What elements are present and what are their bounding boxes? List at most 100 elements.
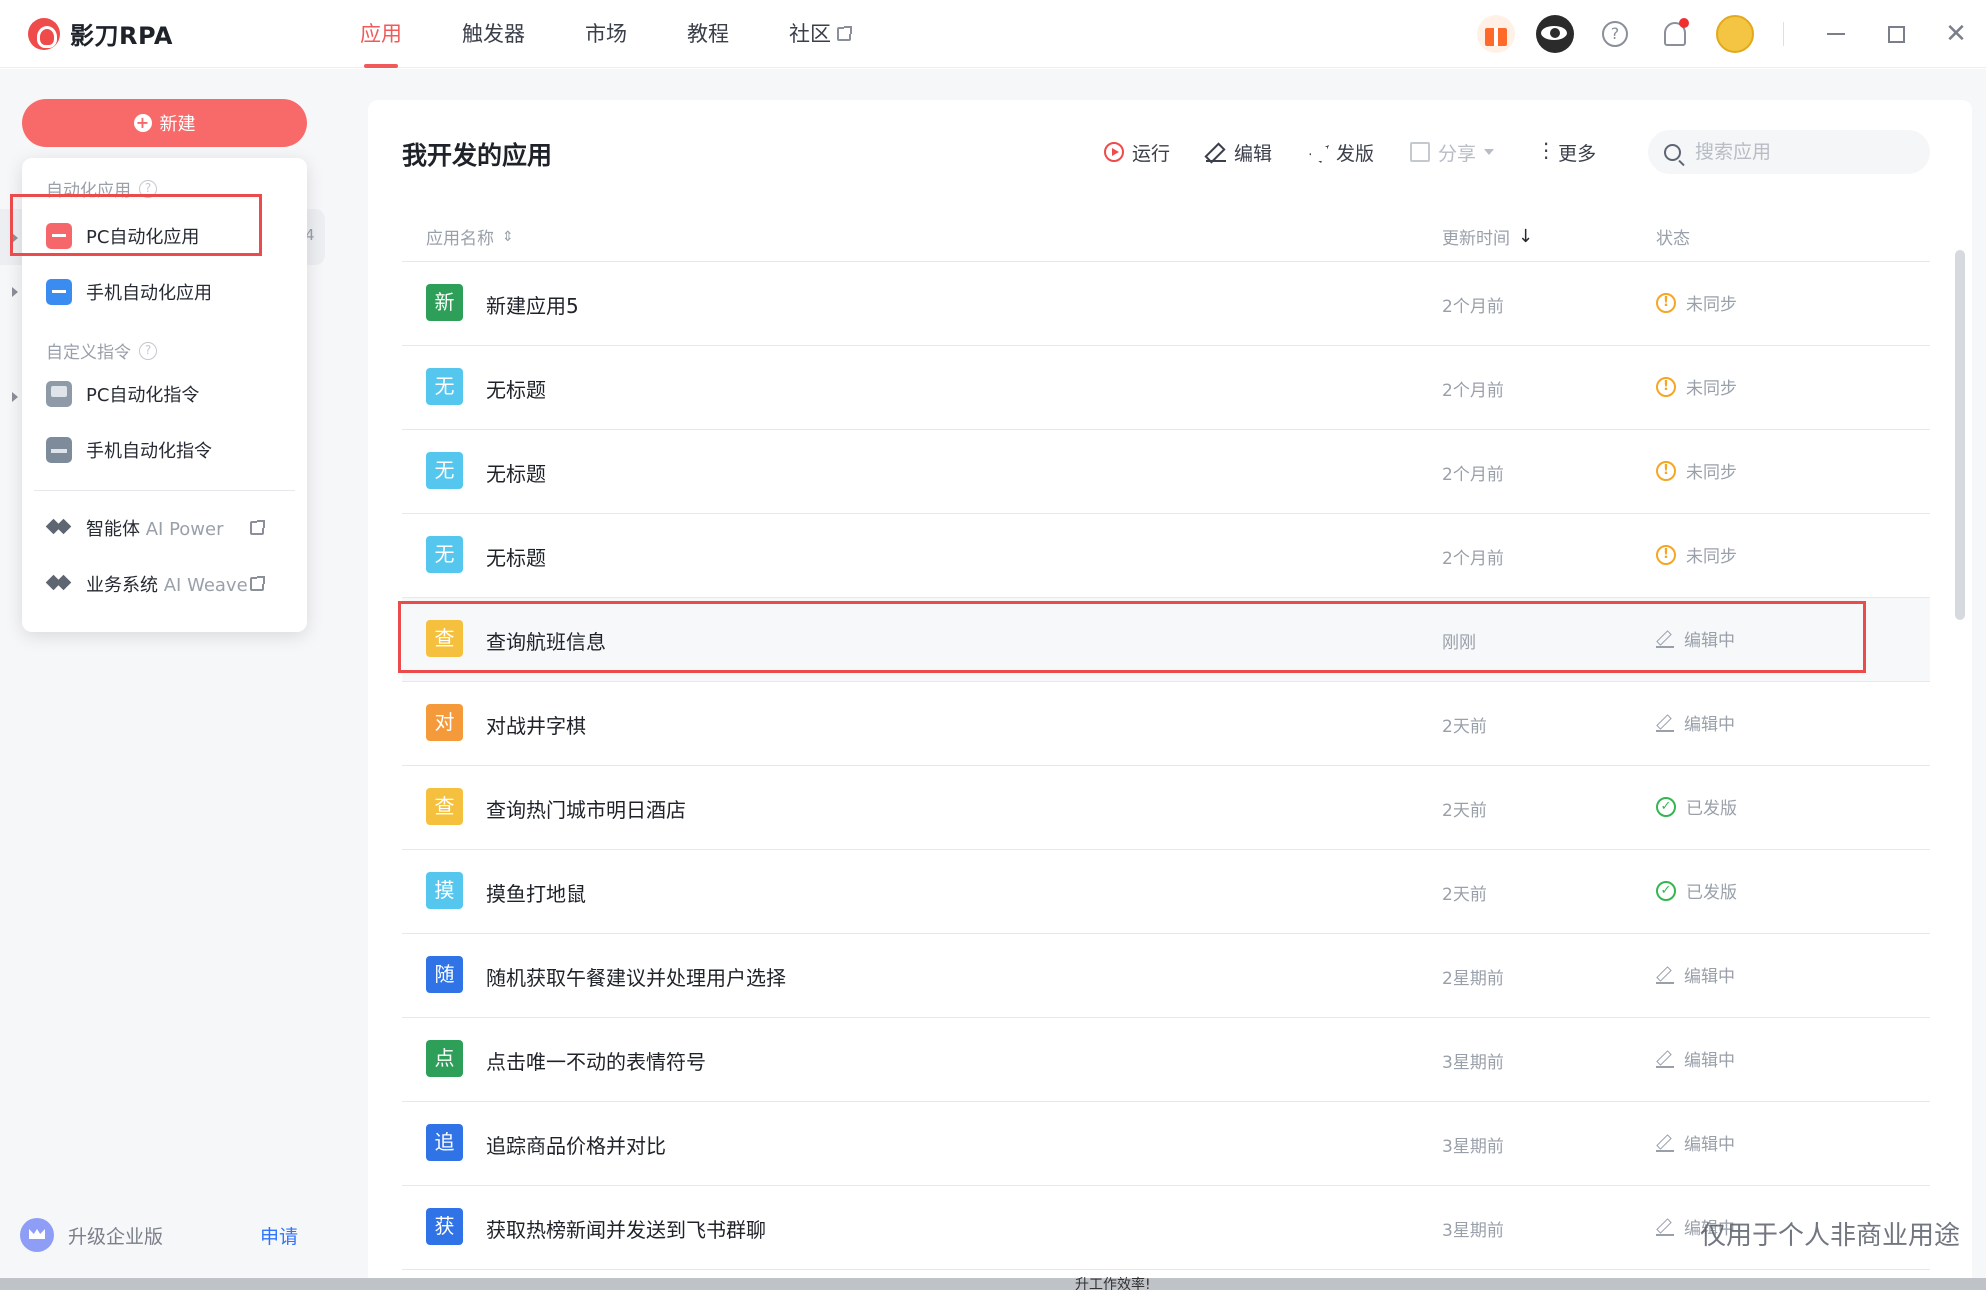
scrollbar[interactable] — [1955, 250, 1965, 620]
menu-item-label: PC自动化指令 — [86, 385, 200, 406]
app-updated-time: 2天前 — [1442, 801, 1487, 821]
status-badge: 编辑中 — [1656, 1046, 1735, 1071]
table-row[interactable]: 无无标题 2个月前! 未同步 — [402, 430, 1930, 514]
menu-item-pc-command[interactable]: PC自动化指令 — [46, 374, 286, 414]
nav-tab-label: 社区 — [789, 22, 831, 46]
app-updated-time: 2个月前 — [1442, 381, 1504, 401]
app-avatar-icon: 随 — [426, 956, 463, 993]
run-button[interactable]: 运行 — [1104, 139, 1170, 166]
status-text: 编辑中 — [1684, 715, 1735, 735]
app-avatar-icon: 查 — [426, 788, 463, 825]
table-row[interactable]: 查查询航班信息 刚刚 编辑中 — [398, 598, 1930, 682]
help-button[interactable]: ? — [1595, 14, 1635, 54]
app-name[interactable]: 追踪商品价格并对比 — [486, 1130, 666, 1159]
nav-tab-tutorials[interactable]: 教程 — [687, 0, 729, 68]
nav-tab-triggers[interactable]: 触发器 — [462, 0, 525, 68]
window-close-button[interactable]: ✕ — [1926, 14, 1986, 54]
external-link-icon — [250, 520, 265, 535]
table-row[interactable]: 对对战井字棋 2天前 编辑中 — [402, 682, 1930, 766]
nav-tab-label: 触发器 — [462, 22, 525, 46]
close-icon: ✕ — [1945, 19, 1967, 49]
table-row[interactable]: 查查询热门城市明日酒店 2天前 ✓ 已发版 — [402, 766, 1930, 850]
warning-icon: ! — [1656, 292, 1676, 313]
send-icon — [1308, 142, 1328, 162]
status-badge: ! 未同步 — [1656, 542, 1737, 567]
app-avatar-icon: 无 — [426, 452, 463, 489]
more-button[interactable]: 更多 — [1530, 138, 1596, 166]
app-updated-time: 2天前 — [1442, 885, 1487, 905]
question-icon[interactable]: ? — [139, 341, 157, 360]
more-icon — [1530, 138, 1556, 162]
app-name[interactable]: 无标题 — [486, 542, 546, 571]
menu-item-ai-power[interactable]: 智能体 AI Power — [46, 508, 286, 548]
eye-button[interactable] — [1535, 14, 1575, 54]
app-avatar-icon: 摸 — [426, 872, 463, 909]
window-maximize-button[interactable] — [1866, 14, 1926, 54]
apply-link[interactable]: 申请 — [260, 1222, 298, 1249]
table-row[interactable]: 新新建应用5 2个月前! 未同步 — [402, 262, 1930, 346]
bottom-strip-text: 升工作效率! — [1075, 1277, 1151, 1290]
nav-tab-label: 应用 — [360, 22, 402, 46]
expand-arrow-icon[interactable] — [12, 392, 18, 402]
app-updated-time: 2个月前 — [1442, 465, 1504, 485]
app-name[interactable]: 点击唯一不动的表情符号 — [486, 1046, 706, 1075]
app-name[interactable]: 无标题 — [486, 374, 546, 403]
table-row[interactable]: 追追踪商品价格并对比 3星期前 编辑中 — [402, 1102, 1930, 1186]
notification-button[interactable] — [1655, 14, 1695, 54]
app-name[interactable]: 无标题 — [486, 458, 546, 487]
status-badge: 编辑中 — [1656, 710, 1735, 735]
expand-arrow-icon[interactable] — [12, 287, 18, 297]
nav-tab-market[interactable]: 市场 — [585, 0, 627, 68]
nav-tab-community[interactable]: 社区 — [789, 0, 852, 68]
app-avatar-icon: 无 — [426, 368, 463, 405]
app-name[interactable]: 摸鱼打地鼠 — [486, 878, 586, 907]
menu-item-mobile-app[interactable]: 手机自动化应用 — [46, 272, 286, 312]
publish-button[interactable]: 发版 — [1308, 139, 1374, 166]
share-button[interactable]: 分享 — [1410, 139, 1495, 166]
app-name[interactable]: 随机获取午餐建议并处理用户选择 — [486, 962, 786, 991]
menu-item-label: 手机自动化应用 — [86, 283, 212, 304]
user-avatar-button[interactable] — [1715, 14, 1755, 54]
table-row[interactable]: 无无标题 2个月前! 未同步 — [402, 346, 1930, 430]
app-name[interactable]: 新建应用5 — [486, 290, 579, 319]
menu-group-custom-commands: 自定义指令 ? — [46, 338, 157, 363]
table-row[interactable]: 摸摸鱼打地鼠 2天前 ✓ 已发版 — [402, 850, 1930, 934]
pencil-icon — [1656, 966, 1674, 984]
menu-item-mobile-command[interactable]: 手机自动化指令 — [46, 430, 286, 470]
divider — [1783, 22, 1784, 46]
column-header-updated[interactable]: 更新时间 ↓ — [1442, 224, 1533, 249]
status-text: 未同步 — [1686, 463, 1737, 483]
column-label: 状态 — [1656, 229, 1690, 249]
column-header-name[interactable]: 应用名称 ⇕ — [426, 224, 514, 250]
minimize-icon — [1827, 33, 1845, 35]
edit-button[interactable]: 编辑 — [1206, 139, 1272, 166]
app-logo[interactable]: 影刀RPA — [28, 16, 173, 51]
status-badge: ✓ 已发版 — [1656, 878, 1737, 903]
nav-tab-apps[interactable]: 应用 — [360, 0, 402, 68]
app-name[interactable]: 查询热门城市明日酒店 — [486, 794, 686, 823]
logo-text: 影刀RPA — [70, 22, 173, 50]
gift-icon[interactable] — [1477, 15, 1515, 53]
table-row[interactable]: 点点击唯一不动的表情符号 3星期前 编辑中 — [402, 1018, 1930, 1102]
table-row[interactable]: 无无标题 2个月前! 未同步 — [402, 514, 1930, 598]
new-button[interactable]: + 新建 — [22, 99, 307, 147]
search-box[interactable] — [1648, 130, 1930, 174]
window-minimize-button[interactable] — [1806, 14, 1866, 54]
top-right-actions: ? ✕ — [1477, 0, 1986, 68]
table-row[interactable]: 随随机获取午餐建议并处理用户选择 2星期前 编辑中 — [402, 934, 1930, 1018]
menu-item-ai-weave[interactable]: 业务系统 AI Weave — [46, 564, 286, 604]
maximize-icon — [1887, 25, 1905, 43]
publish-label: 发版 — [1336, 142, 1375, 165]
app-avatar-icon: 新 — [426, 284, 463, 321]
table-header: 应用名称 ⇕ 更新时间 ↓ 状态 — [402, 212, 1930, 262]
column-label: 更新时间 — [1442, 229, 1510, 249]
app-name[interactable]: 对战井字棋 — [486, 710, 586, 739]
search-input[interactable] — [1695, 141, 1915, 163]
app-name[interactable]: 获取热榜新闻并发送到飞书群聊 — [486, 1214, 766, 1243]
status-text: 编辑中 — [1684, 967, 1735, 987]
nav-tab-label: 教程 — [687, 22, 729, 46]
app-updated-time: 2天前 — [1442, 717, 1487, 737]
main-nav: 应用 触发器 市场 教程 社区 — [360, 0, 911, 68]
status-text: 未同步 — [1686, 295, 1737, 315]
app-avatar-icon: 对 — [426, 704, 463, 741]
